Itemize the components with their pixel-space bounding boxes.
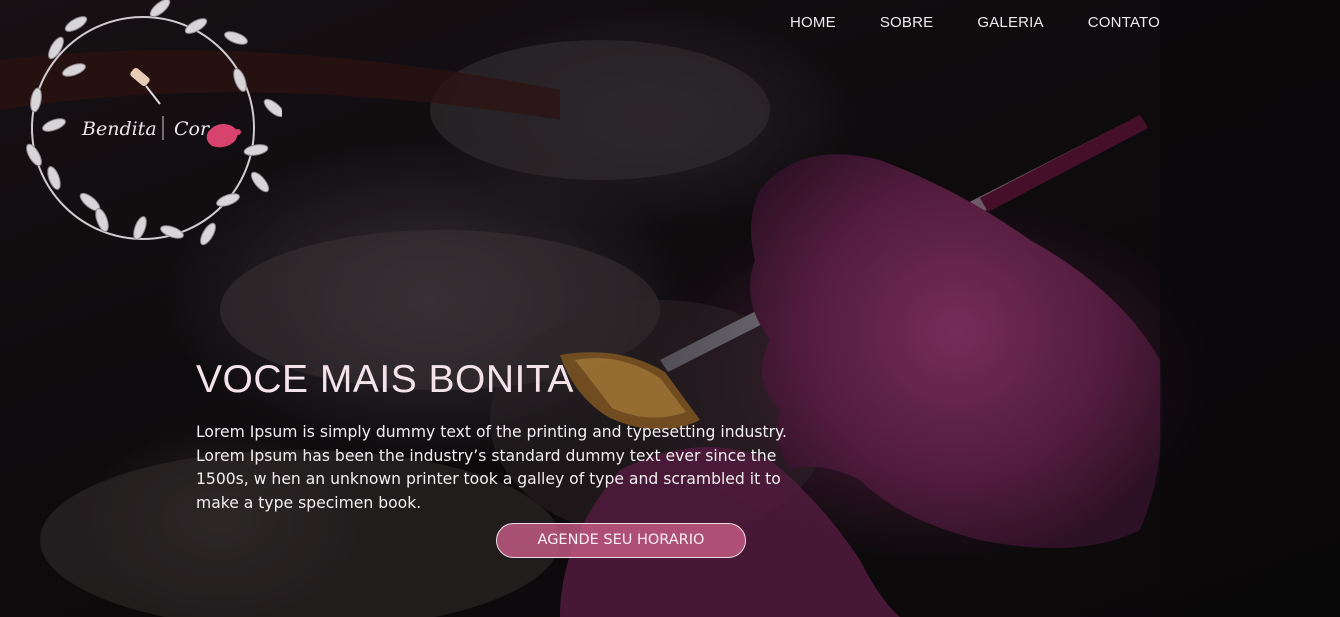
nail-brush-icon (130, 67, 161, 105)
schedule-button[interactable]: AGENDE SEU HORARIO (496, 523, 746, 558)
nav-home-link[interactable]: HOME (790, 14, 836, 31)
nav-sobre-link[interactable]: SOBRE (880, 14, 934, 31)
nav-galeria-link[interactable]: GALERIA (977, 14, 1043, 31)
hero-title: VOCE MAIS BONITA (196, 358, 574, 401)
wreath-logo-icon: Bendita Cor (26, 0, 285, 246)
nav-contato-link[interactable]: CONTATO (1088, 14, 1160, 31)
main-nav: HOME SOBRE GALERIA CONTATO (790, 14, 1160, 31)
svg-text:Bendita: Bendita (81, 118, 157, 140)
hero-section: Bendita Cor HOME SOBRE GALERIA CONTATO V… (0, 0, 1340, 617)
svg-text:Cor: Cor (174, 118, 211, 140)
brand-logo[interactable]: Bendita Cor (12, 0, 285, 266)
hero-description: Lorem Ipsum is simply dummy text of the … (196, 423, 787, 512)
